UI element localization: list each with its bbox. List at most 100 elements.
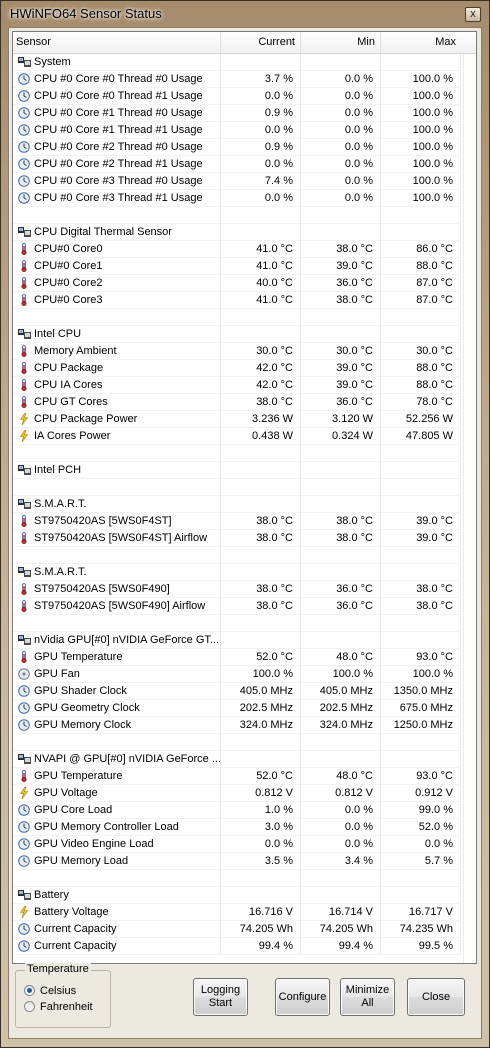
sensor-name-cell: CPU GT Cores <box>13 394 221 411</box>
current-value: 324.0 MHz <box>221 717 301 734</box>
celsius-radio-dot[interactable] <box>24 985 35 996</box>
sensor-row[interactable]: GPU Shader Clock 405.0 MHz 405.0 MHz 1350.0… <box>13 683 476 700</box>
column-header-max[interactable]: Max <box>381 32 461 53</box>
sensor-row[interactable]: CPU #0 Core #0 Thread #1 Usage 0.0 % 0.0 %… <box>13 88 476 105</box>
max-value: 38.0 °C <box>381 581 461 598</box>
sensor-row[interactable]: GPU Fan 100.0 % 100.0 % 100.0 % <box>13 666 476 683</box>
sensor-row[interactable]: CPU Package 42.0 °C 39.0 °C 88.0 °C <box>13 360 476 377</box>
sensor-label: CPU #0 Core #0 Thread #1 Usage <box>34 90 203 102</box>
sensor-group-row[interactable]: Intel CPU <box>13 326 476 343</box>
configure-button[interactable]: Configure <box>275 978 330 1016</box>
sensor-row[interactable]: CPU Package Power 3.236 W 3.120 W 52.256 W <box>13 411 476 428</box>
column-header-sensor[interactable]: Sensor <box>13 32 221 53</box>
sensor-row[interactable]: Memory Ambient 30.0 °C 30.0 °C 30.0 °C <box>13 343 476 360</box>
sensor-row[interactable]: ST9750420AS [5WS0F490] 38.0 °C 36.0 °C 38.0… <box>13 581 476 598</box>
thermometer-icon <box>18 651 30 663</box>
min-value: 38.0 °C <box>301 292 381 309</box>
sensor-row[interactable]: CPU GT Cores 38.0 °C 36.0 °C 78.0 °C <box>13 394 476 411</box>
current-value: 0.0 % <box>221 122 301 139</box>
sensor-row[interactable]: CPU#0 Core3 41.0 °C 38.0 °C 87.0 °C <box>13 292 476 309</box>
sensor-row[interactable]: CPU #0 Core #3 Thread #0 Usage 7.4 % 0.0 %… <box>13 173 476 190</box>
clock-icon <box>18 73 30 85</box>
current-value: 41.0 °C <box>221 292 301 309</box>
current-value: 38.0 °C <box>221 394 301 411</box>
sensor-row[interactable]: GPU Temperature 52.0 °C 48.0 °C 93.0 °C <box>13 768 476 785</box>
sensor-row[interactable]: ST9750420AS [5WS0F490] Airflow 38.0 °C 36.… <box>13 598 476 615</box>
clock-icon <box>18 855 30 867</box>
sensor-name-cell: Battery <box>13 887 221 904</box>
sensor-row[interactable]: Current Capacity 74.205 Wh 74.205 Wh 74.235… <box>13 921 476 938</box>
min-value: 16.714 V <box>301 904 381 921</box>
spacer-cell <box>301 870 381 887</box>
sensor-rows: System CPU #0 Core #0 Thread #0 Usage 3.7 … <box>13 54 476 955</box>
sensor-label: GPU Shader Clock <box>34 685 127 697</box>
sensor-name-cell: CPU #0 Core #3 Thread #1 Usage <box>13 190 221 207</box>
clock-icon <box>18 821 30 833</box>
column-header-min[interactable]: Min <box>301 32 381 53</box>
sensor-row[interactable]: CPU #0 Core #0 Thread #0 Usage 3.7 % 0.0 %… <box>13 71 476 88</box>
sensor-row[interactable]: CPU IA Cores 42.0 °C 39.0 °C 88.0 °C <box>13 377 476 394</box>
sensor-label: CPU #0 Core #3 Thread #1 Usage <box>34 192 203 204</box>
sensor-name-cell: IA Cores Power <box>13 428 221 445</box>
sensor-group-row[interactable]: System <box>13 54 476 71</box>
spacer-cell <box>301 547 381 564</box>
sensor-row[interactable]: CPU #0 Core #1 Thread #0 Usage 0.9 % 0.0 %… <box>13 105 476 122</box>
max-value: 30.0 °C <box>381 343 461 360</box>
sensor-label: GPU Memory Load <box>34 855 129 867</box>
sensor-row[interactable]: Battery Voltage 16.716 V 16.714 V 16.717 V <box>13 904 476 921</box>
sensor-row[interactable]: GPU Core Load 1.0 % 0.0 % 99.0 % <box>13 802 476 819</box>
current-value: 38.0 °C <box>221 598 301 615</box>
minimize-all-button[interactable]: Minimize All <box>340 978 395 1016</box>
sensor-row[interactable]: CPU #0 Core #2 Thread #1 Usage 0.0 % 0.0 %… <box>13 156 476 173</box>
sensor-group-row[interactable]: CPU Digital Thermal Sensor <box>13 224 476 241</box>
sensor-group-row[interactable]: nVidia GPU[#0] nVIDIA GeForce GT... <box>13 632 476 649</box>
fahrenheit-label: Fahrenheit <box>40 1001 93 1013</box>
max-value: 39.0 °C <box>381 530 461 547</box>
title-bar[interactable]: HWiNFO64 Sensor Status x <box>1 1 489 27</box>
sensor-row[interactable]: ST9750420AS [5WS0F4ST] Airflow 38.0 °C 38.… <box>13 530 476 547</box>
min-value: 0.812 V <box>301 785 381 802</box>
sensor-group-row[interactable]: Battery <box>13 887 476 904</box>
sensor-row[interactable]: GPU Video Engine Load 0.0 % 0.0 % 0.0 % <box>13 836 476 853</box>
sensor-row[interactable]: ST9750420AS [5WS0F4ST] 38.0 °C 38.0 °C 39.0… <box>13 513 476 530</box>
logging-start-button[interactable]: Logging Start <box>193 978 248 1016</box>
sensor-row[interactable]: GPU Voltage 0.812 V 0.812 V 0.912 V <box>13 785 476 802</box>
sensor-label: Memory Ambient <box>34 345 117 357</box>
window-close-button[interactable]: x <box>465 7 481 22</box>
sensor-row[interactable]: IA Cores Power 0.438 W 0.324 W 47.805 W <box>13 428 476 445</box>
fahrenheit-radio-dot[interactable] <box>24 1001 35 1012</box>
sensor-group-row[interactable]: Intel PCH <box>13 462 476 479</box>
sensor-row[interactable]: Current Capacity 99.4 % 99.4 % 99.5 % <box>13 938 476 955</box>
sensor-group-row[interactable]: S.M.A.R.T. <box>13 564 476 581</box>
sensor-row[interactable]: GPU Memory Clock 324.0 MHz 324.0 MHz 1250.0… <box>13 717 476 734</box>
max-value: 99.5 % <box>381 938 461 955</box>
sensor-row[interactable]: GPU Memory Controller Load 3.0 % 0.0 % 52.0… <box>13 819 476 836</box>
sensor-group-row[interactable]: S.M.A.R.T. <box>13 496 476 513</box>
column-header-current[interactable]: Current <box>221 32 301 53</box>
spacer-row <box>13 870 476 887</box>
empty-cell <box>301 632 381 649</box>
max-value: 99.0 % <box>381 802 461 819</box>
sensor-row[interactable]: CPU #0 Core #2 Thread #0 Usage 0.9 % 0.0 %… <box>13 139 476 156</box>
sensor-name-cell: CPU #0 Core #3 Thread #0 Usage <box>13 173 221 190</box>
current-value: 0.0 % <box>221 836 301 853</box>
sensor-row[interactable]: CPU #0 Core #1 Thread #1 Usage 0.0 % 0.0 %… <box>13 122 476 139</box>
empty-cell <box>301 887 381 904</box>
fahrenheit-radio[interactable]: Fahrenheit <box>24 1000 110 1014</box>
sensor-name-cell: GPU Temperature <box>13 649 221 666</box>
sensor-row[interactable]: CPU #0 Core #3 Thread #1 Usage 0.0 % 0.0 %… <box>13 190 476 207</box>
sensor-label: CPU#0 Core3 <box>34 294 103 306</box>
sensor-row[interactable]: CPU#0 Core0 41.0 °C 38.0 °C 86.0 °C <box>13 241 476 258</box>
max-value: 100.0 % <box>381 666 461 683</box>
close-button[interactable]: Close <box>407 978 465 1016</box>
sensor-row[interactable]: GPU Memory Load 3.5 % 3.4 % 5.7 % <box>13 853 476 870</box>
sensor-row[interactable]: GPU Geometry Clock 202.5 MHz 202.5 MHz 675.… <box>13 700 476 717</box>
sensor-row[interactable]: GPU Temperature 52.0 °C 48.0 °C 93.0 °C <box>13 649 476 666</box>
sensor-name-cell: CPU #0 Core #0 Thread #0 Usage <box>13 71 221 88</box>
sensor-group-row[interactable]: NVAPI @ GPU[#0] nVIDIA GeForce ... <box>13 751 476 768</box>
sensor-row[interactable]: CPU#0 Core1 41.0 °C 39.0 °C 88.0 °C <box>13 258 476 275</box>
sensor-name-cell: GPU Memory Clock <box>13 717 221 734</box>
sensor-label: CPU #0 Core #1 Thread #0 Usage <box>34 107 203 119</box>
celsius-radio[interactable]: Celsius <box>24 984 110 998</box>
sensor-row[interactable]: CPU#0 Core2 40.0 °C 36.0 °C 87.0 °C <box>13 275 476 292</box>
